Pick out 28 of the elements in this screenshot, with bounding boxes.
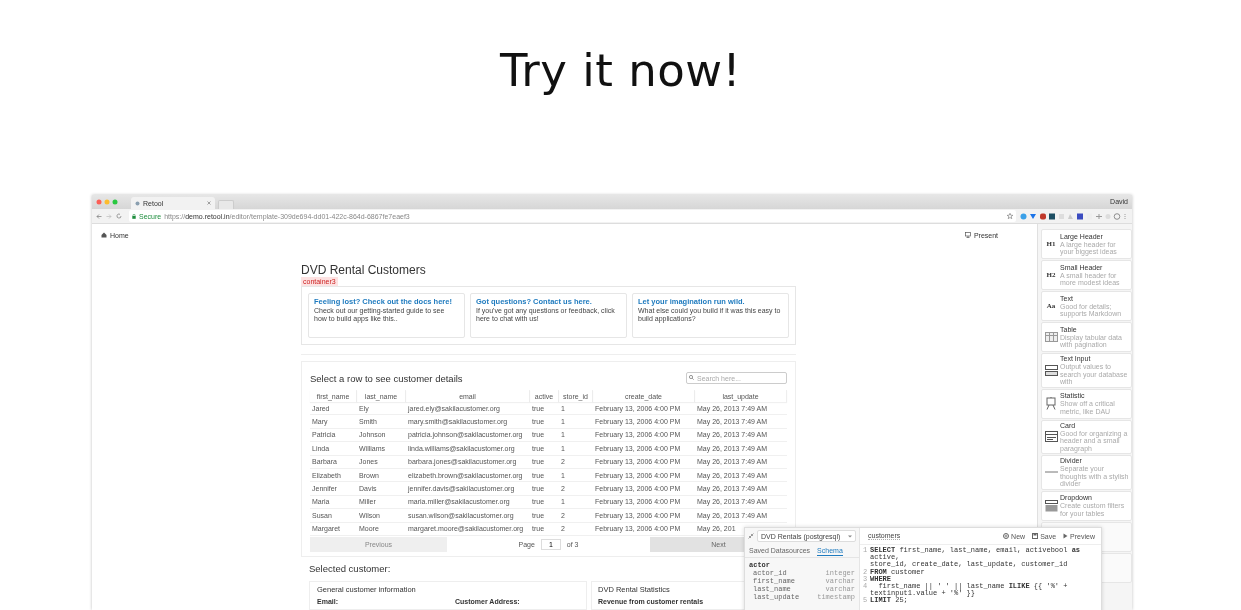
app-title: DVD Rental Customers: [301, 263, 426, 277]
reload-icon[interactable]: [116, 213, 122, 219]
floppy-icon: [1032, 533, 1039, 539]
star-icon[interactable]: [1007, 213, 1013, 219]
table-title: Select a row to see customer details: [310, 372, 463, 384]
search-icon: [689, 375, 694, 380]
divider-icon: [1044, 471, 1058, 474]
play-icon: [1063, 533, 1069, 539]
text-input-icon: [1044, 364, 1058, 376]
easel-icon: [1045, 397, 1057, 410]
favicon-icon: [135, 200, 140, 206]
collapse-icon[interactable]: [748, 533, 754, 539]
extension-icons-drawing[interactable]: [1020, 212, 1128, 220]
home-icon: [101, 232, 107, 238]
table-icon: [1044, 332, 1058, 342]
window-controls-icon[interactable]: [96, 199, 120, 205]
caret-icon: [848, 534, 852, 538]
new-tab-button[interactable]: [218, 200, 234, 209]
section-title: Selected customer:: [309, 562, 391, 575]
close-icon[interactable]: [207, 201, 211, 205]
back-icon[interactable]: [96, 213, 102, 219]
plus-circle-icon: [1003, 533, 1010, 539]
card-icon: [1044, 431, 1058, 443]
page-heading: Try it now!: [499, 44, 742, 98]
lock-icon: [132, 213, 136, 219]
forward-icon[interactable]: [106, 213, 112, 219]
dropdown-icon: [1044, 499, 1058, 512]
monitor-icon: [964, 232, 971, 238]
